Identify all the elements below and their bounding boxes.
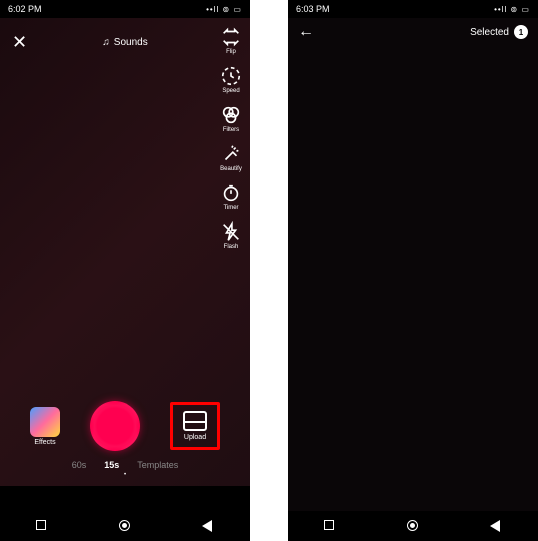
tab-60s[interactable]: 60s [72,460,87,470]
effects-button[interactable]: Effects [30,407,60,446]
beautify-icon [220,143,242,165]
record-button[interactable] [90,401,140,451]
nav-back[interactable] [202,520,214,532]
tool-timer[interactable]: Timer [220,182,242,211]
sounds-button[interactable]: ♫ Sounds [32,37,218,48]
back-arrow-icon[interactable]: ← [298,23,314,41]
upload-icon [183,411,207,431]
nav-recents[interactable] [36,520,48,532]
flip-icon [220,26,242,48]
android-nav [288,511,538,541]
tool-beautify[interactable]: Beautify [220,143,242,172]
gallery-viewport [288,18,538,511]
nav-home[interactable] [119,520,131,532]
phone-left-record: 6:02 PM ••ll ⊚ ▭ ✕ ♫ Sounds Flip Speed F… [0,0,250,541]
tab-15s[interactable]: 15s [104,460,119,470]
status-bar: 6:03 PM ••ll ⊚ ▭ [288,0,538,18]
gallery-top-bar: ← Selected 1 [288,20,538,44]
status-indicators: ••ll ⊚ ▭ [494,5,530,14]
status-time: 6:03 PM [296,4,330,14]
nav-home[interactable] [407,520,419,532]
close-icon[interactable]: ✕ [12,32,32,53]
music-note-icon: ♫ [102,37,110,48]
android-nav [0,511,250,541]
tool-flash[interactable]: Flash [220,221,242,250]
nav-back[interactable] [490,520,502,532]
tool-filters[interactable]: Filters [220,104,242,133]
status-bar: 6:02 PM ••ll ⊚ ▭ [0,0,250,18]
selected-label: Selected [470,27,509,38]
tool-speed[interactable]: Speed [220,65,242,94]
top-bar: ✕ ♫ Sounds [0,22,250,62]
duration-tabs: 60s 15s Templates [0,460,250,470]
side-toolbar: Flip Speed Filters Beautify Timer Flash [220,26,242,250]
flash-icon [220,221,242,243]
bottom-controls: Effects Upload 60s 15s Templates • [0,396,250,486]
nav-recents[interactable] [324,520,336,532]
selected-count-badge: 1 [514,25,528,39]
status-indicators: ••ll ⊚ ▭ [206,5,242,14]
upload-button[interactable]: Upload [183,411,207,441]
filters-icon [220,104,242,126]
timer-icon [220,182,242,204]
tab-templates[interactable]: Templates [137,460,178,470]
effects-icon [30,407,60,437]
upload-highlight: Upload [170,402,220,450]
tool-flip[interactable]: Flip [220,26,242,55]
phone-right-gallery: 6:03 PM ••ll ⊚ ▭ ← Selected 1 [288,0,538,541]
sounds-label: Sounds [114,37,148,48]
status-time: 6:02 PM [8,4,42,14]
speed-icon [220,65,242,87]
tab-indicator: • [0,472,250,478]
selected-indicator[interactable]: Selected 1 [470,25,528,39]
